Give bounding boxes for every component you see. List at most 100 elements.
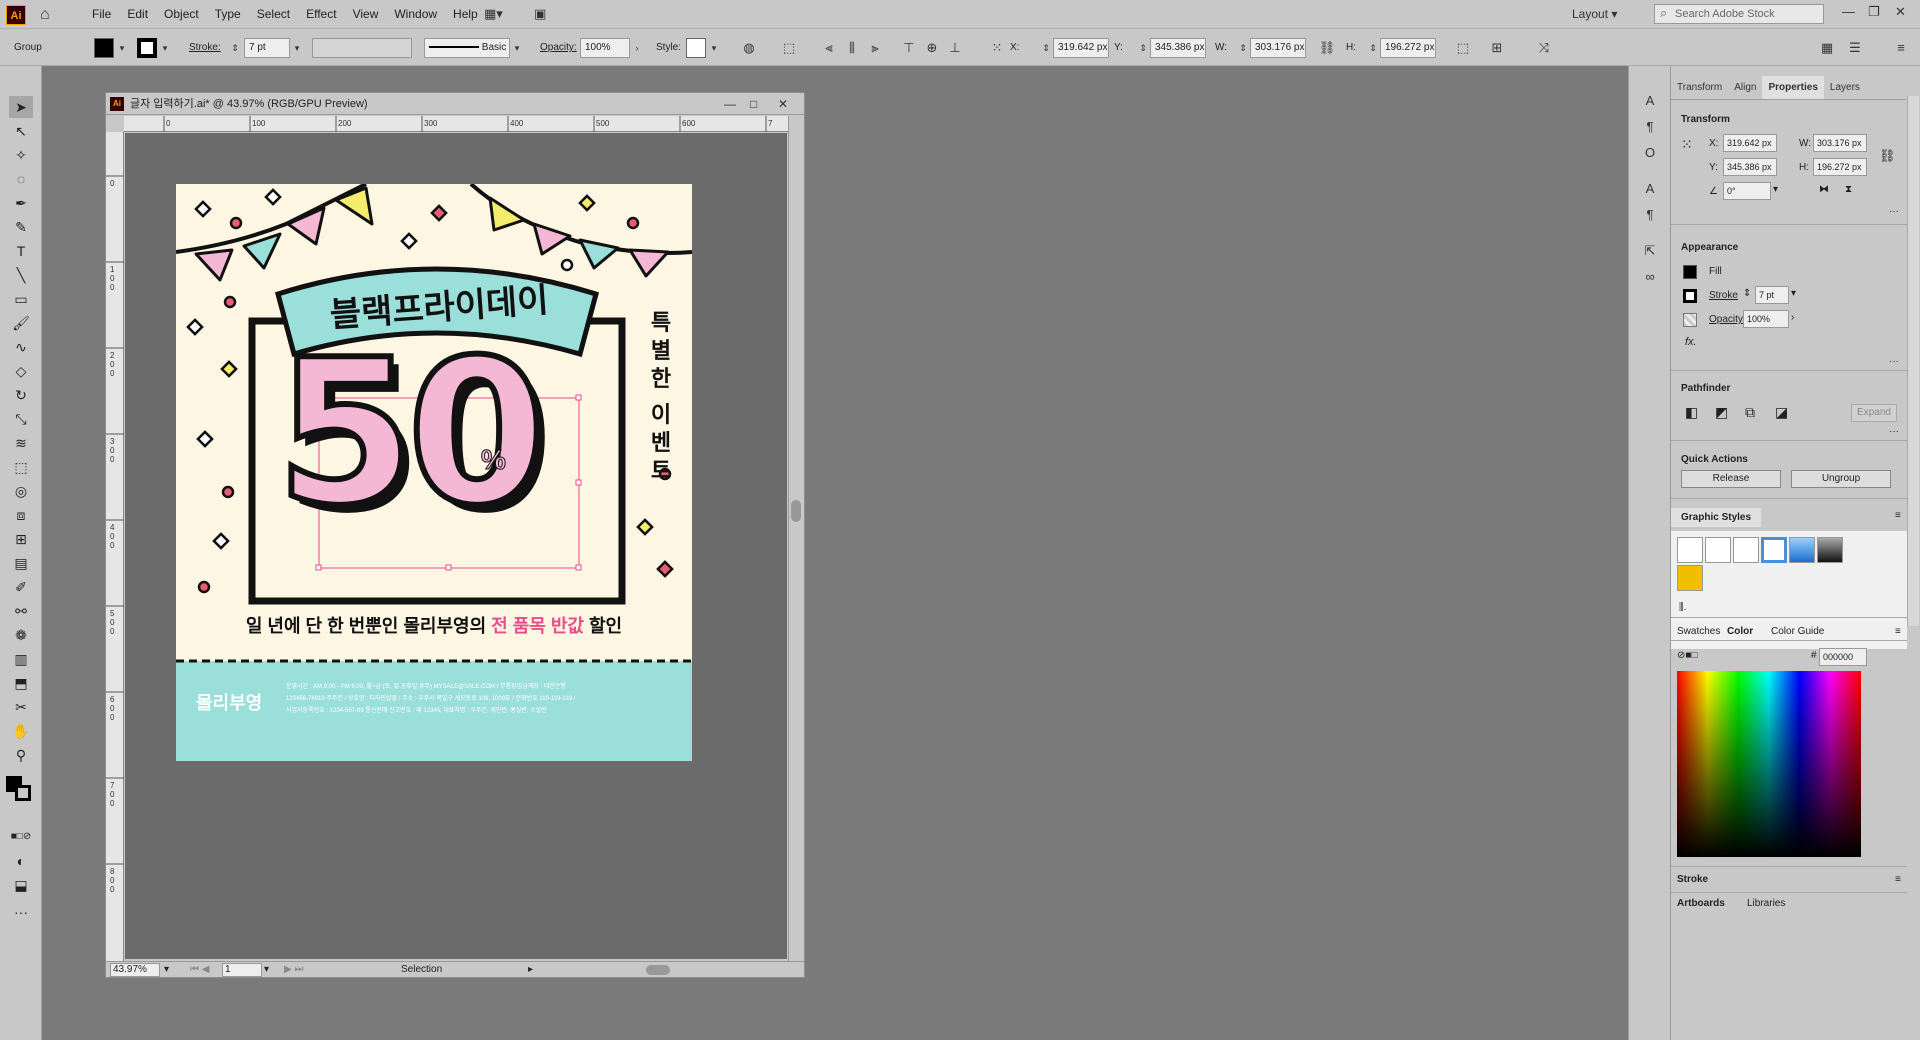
release-button[interactable]: Release	[1681, 470, 1781, 488]
artboard-tool-icon[interactable]: ⬒	[9, 672, 33, 694]
artboard-field[interactable]: 1	[222, 963, 262, 977]
chevron-right-icon[interactable]: ›	[630, 38, 644, 58]
arrange-documents-icon[interactable]: ▦▾	[484, 6, 503, 22]
rectangle-tool-icon[interactable]: ▭	[9, 288, 33, 310]
graphic-styles-library-icon[interactable]: ⫼.	[1679, 602, 1686, 613]
slice-tool-icon[interactable]: ✂	[9, 696, 33, 718]
chevron-down-icon[interactable]: ▾	[510, 38, 524, 58]
tab-color-guide[interactable]: Color Guide	[1771, 626, 1824, 637]
graphic-styles-tab[interactable]: Graphic Styles	[1671, 508, 1762, 527]
graphic-style-swatch[interactable]	[1761, 537, 1787, 563]
transform-icon[interactable]: ⬚	[1454, 38, 1472, 58]
stock-search-input[interactable]: Search Adobe Stock	[1654, 4, 1824, 24]
fx-icon[interactable]: fx.	[1685, 336, 1697, 348]
h-field[interactable]: 196.272 px	[1813, 158, 1867, 176]
type-tool-icon[interactable]: T	[9, 240, 33, 262]
x-field[interactable]: 319.642 px	[1053, 38, 1109, 58]
y-field[interactable]: 345.386 px	[1150, 38, 1206, 58]
hex-field[interactable]: 000000	[1819, 648, 1867, 666]
gpu-preview-icon[interactable]: ▣	[534, 6, 546, 22]
pathfinder-exclude-icon[interactable]: ◪	[1775, 404, 1788, 421]
menu-select[interactable]: Select	[249, 0, 298, 29]
tab-transform[interactable]: Transform	[1671, 76, 1728, 99]
chevron-down-icon[interactable]: ▾	[115, 38, 129, 58]
eraser-tool-icon[interactable]: ◇	[9, 360, 33, 382]
chevron-down-icon[interactable]: ▾	[164, 962, 169, 978]
chevron-down-icon[interactable]: ▾	[158, 38, 172, 58]
character-styles-icon[interactable]: A	[1639, 178, 1661, 200]
fill-swatch[interactable]	[1683, 265, 1697, 279]
opacity-label[interactable]: Opacity	[1709, 314, 1743, 325]
pen-tool-icon[interactable]: ✒	[9, 192, 33, 214]
tab-swatches[interactable]: Swatches	[1677, 626, 1720, 637]
align-bottom-icon[interactable]: ⊥	[946, 38, 964, 58]
more-options-icon[interactable]: ···	[1889, 426, 1899, 437]
h-field[interactable]: 196.272 px	[1380, 38, 1436, 58]
opentype-panel-icon[interactable]: O	[1639, 142, 1661, 164]
chevron-down-icon[interactable]: ▾	[707, 38, 721, 58]
tab-artboards[interactable]: Artboards	[1677, 898, 1725, 909]
magic-wand-tool-icon[interactable]: ✧	[9, 144, 33, 166]
direct-selection-tool-icon[interactable]: ↖	[9, 120, 33, 142]
stroke-swatch[interactable]	[137, 38, 157, 58]
align-to-icon[interactable]: ⬚	[780, 38, 798, 58]
artboard[interactable]: 블랙프라이데이 50 % 특 별 한 이 벤 트 일 년에 단 한 번뿐인 몰리…	[176, 184, 692, 761]
panel-scrollbar[interactable]	[1907, 96, 1919, 626]
tab-layers[interactable]: Layers	[1824, 76, 1866, 99]
graphic-style-swatch[interactable]	[1733, 537, 1759, 563]
graphic-style-swatch[interactable]	[1789, 537, 1815, 563]
document-tab[interactable]: 글자 입력하기.ai* @ 43.97% (RGB/GPU Preview)	[106, 93, 804, 115]
menu-type[interactable]: Type	[207, 0, 249, 29]
recolor-artwork-icon[interactable]: ◍	[740, 38, 758, 58]
line-tool-icon[interactable]: ╲	[9, 264, 33, 286]
menu-file[interactable]: File	[84, 0, 119, 29]
stroke-weight-field[interactable]: 7 pt	[1755, 286, 1789, 304]
color-mode-icon[interactable]: ■□⊘	[9, 826, 33, 848]
menu-view[interactable]: View	[345, 0, 387, 29]
align-center-icon[interactable]: ⫼	[843, 38, 861, 58]
vertical-scrollbar[interactable]	[788, 116, 804, 961]
w-field[interactable]: 303.176 px	[1813, 134, 1867, 152]
home-icon[interactable]: ⌂	[40, 6, 50, 24]
variable-width-profile[interactable]	[312, 38, 412, 58]
chevron-right-icon[interactable]: ›	[1791, 312, 1794, 323]
panel-menu-icon[interactable]: ≡	[1895, 510, 1901, 521]
warp-tool-icon[interactable]: ≋	[9, 432, 33, 454]
next-artboard-icon[interactable]: ▶ ⏭	[284, 962, 303, 978]
align-right-icon[interactable]: ⫸	[866, 38, 884, 58]
restore-icon[interactable]: ❐	[1868, 4, 1880, 20]
pathfinder-unite-icon[interactable]: ◧	[1685, 404, 1698, 421]
symbol-sprayer-tool-icon[interactable]: ❁	[9, 624, 33, 646]
fill-swatch[interactable]	[94, 38, 114, 58]
puppet-warp-icon[interactable]: ⤨	[1535, 38, 1553, 58]
hand-tool-icon[interactable]: ✋	[9, 720, 33, 742]
pathfinder-intersect-icon[interactable]: ⧉	[1745, 404, 1755, 421]
stroke-color-icon[interactable]	[15, 785, 31, 801]
arrange-icon[interactable]: ▦	[1818, 38, 1836, 58]
chevron-down-icon[interactable]: ▾	[1773, 184, 1778, 195]
menu-edit[interactable]: Edit	[119, 0, 156, 29]
links-icon[interactable]: ∞	[1639, 266, 1661, 288]
tab-libraries[interactable]: Libraries	[1747, 898, 1785, 909]
gradient-tool-icon[interactable]: ▤	[9, 552, 33, 574]
scale-tool-icon[interactable]: ⤡	[9, 408, 33, 430]
paintbrush-tool-icon[interactable]: 🖌	[9, 312, 33, 334]
flip-vertical-icon[interactable]: ⧗	[1845, 184, 1852, 195]
constrain-proportions-icon[interactable]: ⛓	[1879, 148, 1896, 164]
graphic-style-swatch[interactable]	[1677, 537, 1703, 563]
none-black-white-icon[interactable]: ⊘■□	[1677, 650, 1697, 661]
panel-menu-icon[interactable]: ≡	[1895, 874, 1901, 885]
tab-properties[interactable]: Properties	[1762, 76, 1824, 99]
free-transform-tool-icon[interactable]: ⬚	[9, 456, 33, 478]
panel-menu-icon[interactable]: ≡	[1895, 626, 1901, 637]
pathfinder-minus-front-icon[interactable]: ◩	[1715, 404, 1728, 421]
close-icon[interactable]: ✕	[778, 93, 788, 115]
brush-definition[interactable]: Basic	[424, 38, 510, 58]
chevron-right-icon[interactable]: ▸	[528, 962, 533, 978]
w-field[interactable]: 303.176 px	[1250, 38, 1306, 58]
mesh-tool-icon[interactable]: ⊞	[9, 528, 33, 550]
stepper-icon[interactable]: ⇕	[1743, 288, 1751, 299]
shaper-tool-icon[interactable]: ∿	[9, 336, 33, 358]
lasso-tool-icon[interactable]: ◌	[9, 168, 33, 190]
align-left-icon[interactable]: ⫷	[820, 38, 838, 58]
